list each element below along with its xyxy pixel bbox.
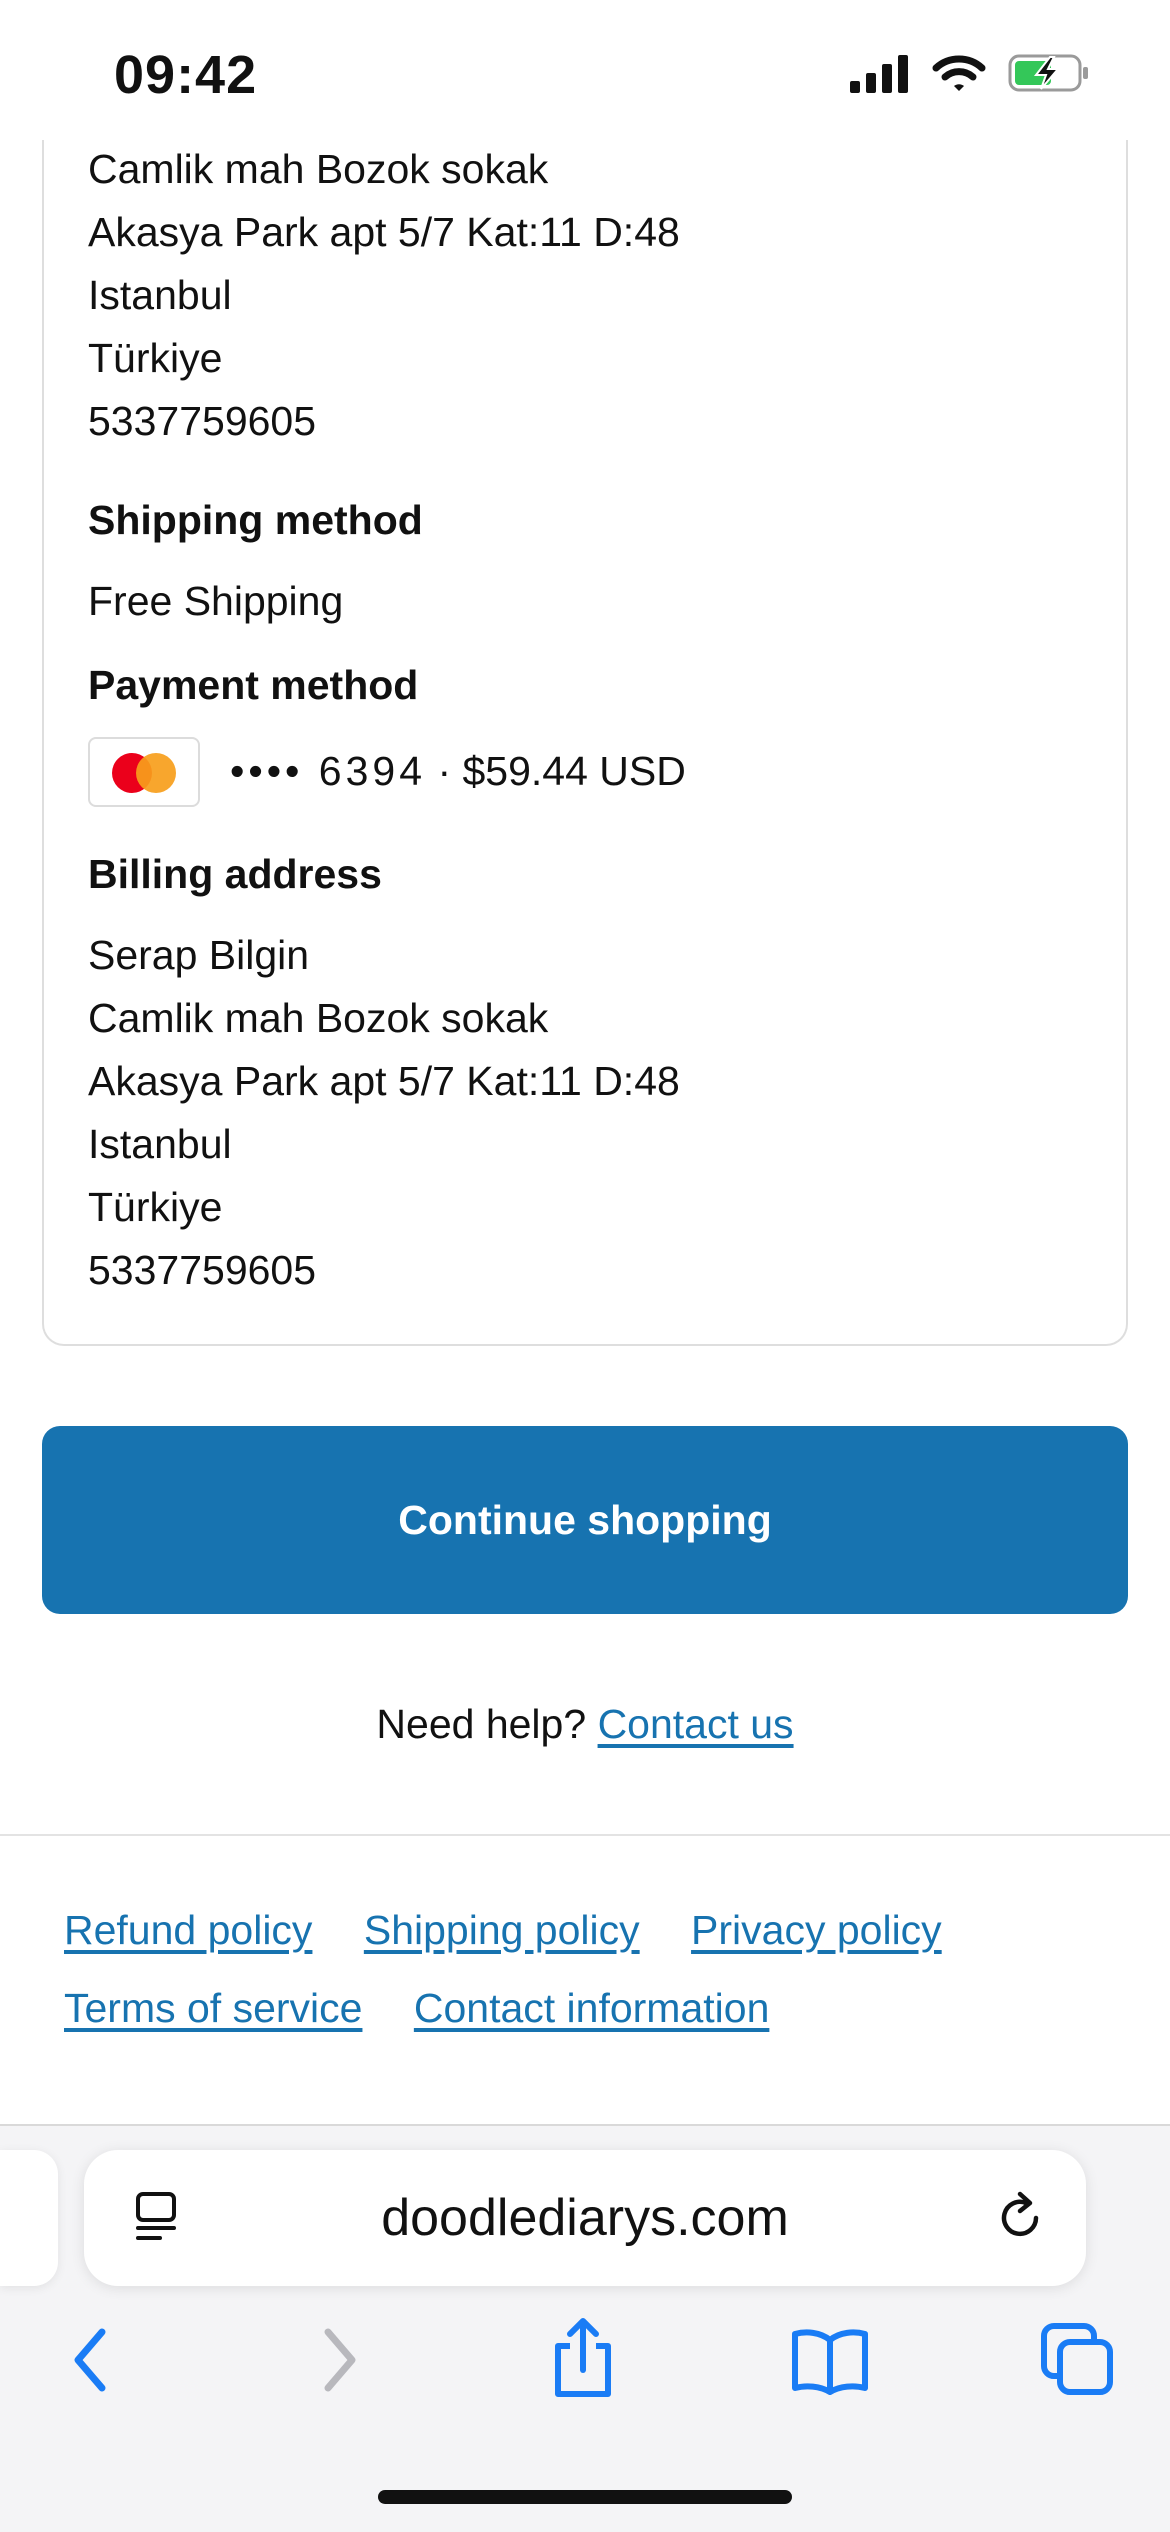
status-time: 09:42 <box>114 45 258 105</box>
battery-charging-icon <box>1008 53 1090 98</box>
contact-us-link[interactable]: Contact us <box>598 1701 794 1747</box>
shipping-method-value: Free Shipping <box>88 578 344 624</box>
cellular-signal-icon <box>850 53 910 98</box>
bookmarks-icon[interactable] <box>790 2326 870 2401</box>
url-text: doodlediarys.com <box>381 2189 789 2247</box>
shipping-address-line: Akasya Park apt 5/7 Kat:11 D:48 <box>88 209 680 255</box>
tabs-icon[interactable] <box>1040 2322 1116 2403</box>
payment-method-heading: Payment method <box>88 662 419 708</box>
footer-links-row-2: Terms of service Contact information <box>64 1980 809 2036</box>
shipping-address-line: Türkiye <box>88 335 223 381</box>
billing-address-name: Serap Bilgin <box>88 932 310 978</box>
shipping-address-line: Camlik mah Bozok sokak <box>88 146 549 192</box>
share-icon[interactable] <box>548 2316 618 2405</box>
address-bar[interactable]: doodlediarys.com <box>84 2150 1086 2286</box>
shipping-address-line: Istanbul <box>88 272 232 318</box>
billing-address-line: Camlik mah Bozok sokak <box>88 995 549 1041</box>
payment-amount: $59.44 USD <box>462 748 686 794</box>
privacy-policy-link[interactable]: Privacy policy <box>691 1907 942 1953</box>
footer-links-row-1: Refund policy Shipping policy Privacy po… <box>64 1902 982 1958</box>
status-icons <box>850 52 1090 99</box>
billing-address-line: Akasya Park apt 5/7 Kat:11 D:48 <box>88 1058 680 1104</box>
home-indicator <box>378 2490 792 2504</box>
payment-separator: · <box>437 748 452 794</box>
card-masked-number: •••• 6394 <box>230 748 427 794</box>
mastercard-icon <box>88 737 200 807</box>
terms-of-service-link[interactable]: Terms of service <box>64 1985 362 2031</box>
payment-summary: •••• 6394 · $59.44 USD <box>230 746 686 796</box>
shipping-method-heading: Shipping method <box>88 497 423 543</box>
billing-address-phone: 5337759605 <box>88 1247 317 1293</box>
refund-policy-link[interactable]: Refund policy <box>64 1907 312 1953</box>
continue-shopping-button[interactable]: Continue shopping <box>42 1426 1128 1614</box>
help-text: Need help? <box>376 1701 587 1747</box>
footer-divider <box>0 1834 1170 1836</box>
previous-tab-preview[interactable] <box>0 2150 58 2286</box>
help-line: Need help? Contact us <box>0 1696 1170 1752</box>
billing-address-heading: Billing address <box>88 851 382 897</box>
wifi-icon <box>932 52 986 99</box>
billing-address-line: Türkiye <box>88 1184 223 1230</box>
reload-icon[interactable] <box>990 2188 1050 2253</box>
shipping-policy-link[interactable]: Shipping policy <box>364 1907 640 1953</box>
forward-icon[interactable] <box>310 2320 370 2405</box>
back-icon[interactable] <box>60 2320 120 2405</box>
shipping-address-phone: 5337759605 <box>88 398 317 444</box>
status-bar: 09:42 <box>0 0 1170 140</box>
billing-address-line: Istanbul <box>88 1121 232 1167</box>
contact-information-link[interactable]: Contact information <box>414 1985 770 2031</box>
